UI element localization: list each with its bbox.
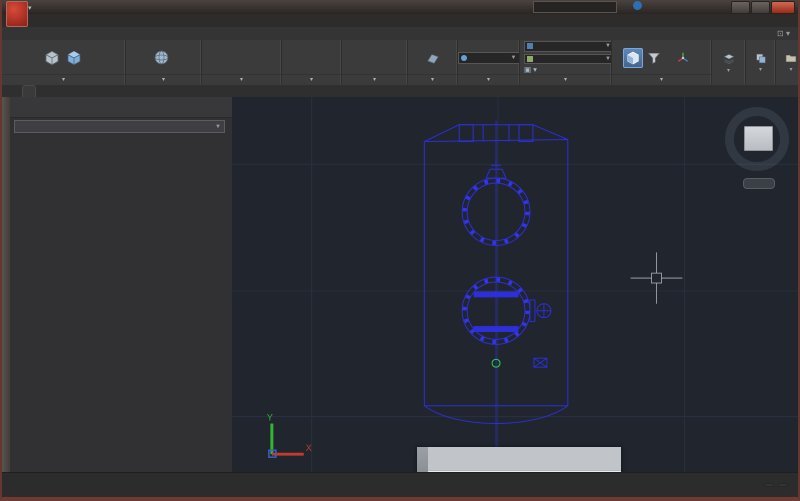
ribbon-options-icon[interactable]: ⊡ ▾ xyxy=(773,29,794,38)
extrude-icon xyxy=(65,49,83,67)
viewcube[interactable] xyxy=(717,99,798,191)
help-search-box xyxy=(533,1,617,13)
view-folder-icon xyxy=(784,52,798,65)
filter-funnel-icon xyxy=(646,50,662,66)
ribbon: ▼ ▼ ▼ ▣ ▾ xyxy=(2,40,798,86)
status-bar xyxy=(2,472,798,497)
viewport-config-icon[interactable]: ▣ ▾ xyxy=(524,66,537,74)
command-history xyxy=(428,447,621,470)
panel-label[interactable] xyxy=(126,74,201,85)
chevron-down-icon: ▼ xyxy=(511,55,517,61)
panel-modify xyxy=(342,40,408,85)
panel-selection xyxy=(612,40,712,85)
layers-icon xyxy=(721,52,737,66)
svg-text:Y: Y xyxy=(267,413,273,423)
crosshair-cursor xyxy=(631,252,683,303)
box-tool-button[interactable] xyxy=(42,48,62,68)
coordinates-display xyxy=(764,483,774,487)
svg-text:X: X xyxy=(306,443,312,453)
world-ucs-icon xyxy=(461,55,467,61)
panel-label[interactable] xyxy=(342,74,407,85)
panel-label[interactable] xyxy=(2,74,125,85)
move-gizmo-icon xyxy=(675,50,691,66)
panel-layers-collapsed[interactable]: ▾ xyxy=(712,40,746,85)
selection-row: ▼ xyxy=(10,118,232,135)
vessel-wireframe xyxy=(424,121,567,448)
panel-label[interactable] xyxy=(612,74,711,85)
object-type-dropdown[interactable]: ▼ xyxy=(14,120,225,133)
panel-label[interactable] xyxy=(520,74,611,85)
chevron-down-icon: ▼ xyxy=(605,43,611,49)
ucs-icon: Y X xyxy=(267,413,312,458)
ucs-world-dropdown[interactable]: ▼ xyxy=(458,52,520,64)
panel-label[interactable] xyxy=(202,74,281,85)
viewcube-top-face[interactable] xyxy=(744,126,773,151)
culling-button[interactable] xyxy=(623,48,643,68)
status-right-cluster xyxy=(764,483,798,487)
titlebar-icons xyxy=(618,1,642,10)
culling-icon xyxy=(625,50,641,66)
groups-icon xyxy=(754,52,768,65)
gizmo-button[interactable] xyxy=(665,49,701,67)
palette-grip[interactable] xyxy=(2,97,10,473)
panel-solid-editing xyxy=(202,40,282,85)
autocad-window: ▾ ⊡ ▾ xyxy=(0,0,800,501)
command-window-grip[interactable] xyxy=(417,447,428,473)
panel-label[interactable] xyxy=(408,74,457,85)
mesh-sphere-icon xyxy=(153,49,170,66)
chevron-down-icon: ▼ xyxy=(215,124,221,130)
drawing-viewport: Y X xyxy=(232,97,798,473)
new-drawing-tab-button[interactable] xyxy=(22,85,36,97)
app-menu-arrow-icon[interactable]: ▾ xyxy=(28,4,32,12)
chevron-down-icon: ▾ xyxy=(727,68,730,74)
panel-groups-collapsed[interactable]: ▾ xyxy=(746,40,776,85)
command-window xyxy=(417,447,621,473)
smooth-object-button[interactable] xyxy=(141,48,183,67)
help-icon[interactable] xyxy=(633,1,642,10)
filter-button[interactable] xyxy=(645,49,663,67)
model-space-canvas[interactable]: Y X xyxy=(232,97,798,473)
chevron-down-icon: ▾ xyxy=(759,67,762,73)
window-controls xyxy=(731,1,795,14)
model-space-button[interactable] xyxy=(778,483,788,487)
palette-title xyxy=(10,97,232,118)
app-logo-icon[interactable] xyxy=(6,1,28,27)
section-plane-icon xyxy=(425,51,441,65)
menu-bar xyxy=(2,14,798,28)
layout-tab-bar xyxy=(2,473,23,498)
visual-style-icon xyxy=(527,43,533,49)
panel-label[interactable] xyxy=(458,74,519,85)
properties-palette: ▼ xyxy=(10,97,233,473)
panel-section xyxy=(408,40,458,85)
named-view-icon xyxy=(527,56,533,62)
panel-view: ▼ ▼ ▣ ▾ xyxy=(520,40,612,85)
section-plane-button[interactable] xyxy=(409,50,457,66)
chevron-down-icon: ▾ xyxy=(789,67,792,73)
box-3d-icon xyxy=(43,49,61,67)
minimize-button[interactable] xyxy=(731,1,750,14)
chevron-down-icon: ▼ xyxy=(605,56,611,62)
titlebar: ▾ xyxy=(2,0,798,15)
panel-modeling xyxy=(2,40,126,85)
panel-view-collapsed[interactable]: ▾ xyxy=(776,40,800,85)
search-input[interactable] xyxy=(534,4,616,11)
panel-coordinates: ▼ xyxy=(458,40,520,85)
extrude-tool-button[interactable] xyxy=(64,48,84,68)
panel-mesh xyxy=(126,40,202,85)
maximize-button[interactable] xyxy=(751,1,770,14)
named-view-dropdown[interactable]: ▼ xyxy=(524,54,612,65)
visual-style-dropdown[interactable]: ▼ xyxy=(524,41,612,52)
new-layout-button[interactable] xyxy=(12,474,23,475)
panel-draw xyxy=(282,40,342,85)
ribbon-tab-bar xyxy=(2,27,798,40)
panel-label[interactable] xyxy=(282,74,341,85)
ucs-selector[interactable] xyxy=(743,178,775,189)
close-button[interactable] xyxy=(771,1,795,14)
